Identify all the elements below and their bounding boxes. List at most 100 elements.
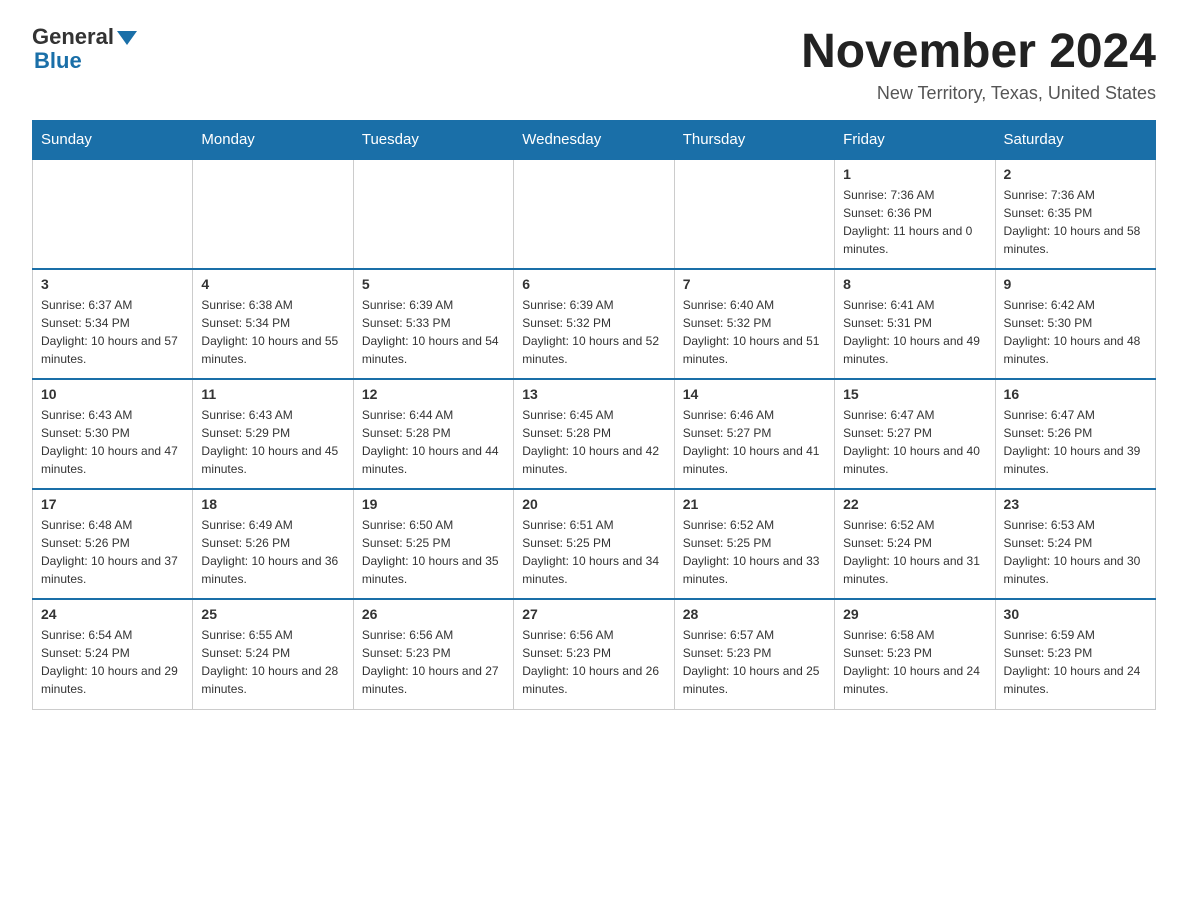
week-row-1: 1 Sunrise: 7:36 AMSunset: 6:36 PMDaylight… bbox=[33, 159, 1156, 269]
day-number: 6 bbox=[522, 276, 665, 292]
day-info: Sunrise: 6:50 AMSunset: 5:25 PMDaylight:… bbox=[362, 516, 505, 588]
day-info: Sunrise: 6:39 AMSunset: 5:33 PMDaylight:… bbox=[362, 296, 505, 368]
day-number: 10 bbox=[41, 386, 184, 402]
day-info: Sunrise: 6:55 AMSunset: 5:24 PMDaylight:… bbox=[201, 626, 344, 698]
day-number: 16 bbox=[1004, 386, 1147, 402]
calendar-cell: 2 Sunrise: 7:36 AMSunset: 6:35 PMDaylight… bbox=[995, 159, 1155, 269]
calendar-cell: 19Sunrise: 6:50 AMSunset: 5:25 PMDayligh… bbox=[353, 489, 513, 599]
calendar-cell: 23Sunrise: 6:53 AMSunset: 5:24 PMDayligh… bbox=[995, 489, 1155, 599]
calendar-cell: 15 Sunrise: 6:47 AMSunset: 5:27 PMDayligh… bbox=[835, 379, 995, 489]
day-info: Sunrise: 6:47 AMSunset: 5:26 PMDaylight:… bbox=[1004, 406, 1147, 478]
title-area: November 2024 New Territory, Texas, Unit… bbox=[801, 24, 1156, 104]
day-number: 24 bbox=[41, 606, 184, 622]
day-info: Sunrise: 6:37 AMSunset: 5:34 PMDaylight:… bbox=[41, 296, 184, 368]
calendar-cell: 5Sunrise: 6:39 AMSunset: 5:33 PMDaylight… bbox=[353, 269, 513, 379]
week-row-4: 17 Sunrise: 6:48 AMSunset: 5:26 PMDayligh… bbox=[33, 489, 1156, 599]
calendar-cell: 22 Sunrise: 6:52 AMSunset: 5:24 PMDayligh… bbox=[835, 489, 995, 599]
day-number: 17 bbox=[41, 496, 184, 512]
calendar-cell bbox=[674, 159, 834, 269]
day-info: Sunrise: 6:38 AMSunset: 5:34 PMDaylight:… bbox=[201, 296, 344, 368]
day-number: 13 bbox=[522, 386, 665, 402]
calendar-header: SundayMondayTuesdayWednesdayThursdayFrid… bbox=[33, 121, 1156, 160]
calendar-body: 1 Sunrise: 7:36 AMSunset: 6:36 PMDaylight… bbox=[33, 159, 1156, 709]
page-header: General Blue November 2024 New Territory… bbox=[32, 24, 1156, 104]
calendar-cell: 13Sunrise: 6:45 AMSunset: 5:28 PMDayligh… bbox=[514, 379, 674, 489]
day-number: 1 bbox=[843, 166, 986, 182]
calendar-cell: 12 Sunrise: 6:44 AMSunset: 5:28 PMDayligh… bbox=[353, 379, 513, 489]
day-info: Sunrise: 6:52 AMSunset: 5:25 PMDaylight:… bbox=[683, 516, 826, 588]
weekday-header-wednesday: Wednesday bbox=[514, 121, 674, 160]
day-info: Sunrise: 6:52 AMSunset: 5:24 PMDaylight:… bbox=[843, 516, 986, 588]
calendar-cell: 1 Sunrise: 7:36 AMSunset: 6:36 PMDaylight… bbox=[835, 159, 995, 269]
weekday-header-tuesday: Tuesday bbox=[353, 121, 513, 160]
calendar-cell: 28Sunrise: 6:57 AMSunset: 5:23 PMDayligh… bbox=[674, 599, 834, 709]
weekday-header-monday: Monday bbox=[193, 121, 353, 160]
day-number: 14 bbox=[683, 386, 826, 402]
week-row-5: 24 Sunrise: 6:54 AMSunset: 5:24 PMDayligh… bbox=[33, 599, 1156, 709]
calendar-cell: 6 Sunrise: 6:39 AMSunset: 5:32 PMDaylight… bbox=[514, 269, 674, 379]
day-info: Sunrise: 6:48 AMSunset: 5:26 PMDaylight:… bbox=[41, 516, 184, 588]
calendar-cell: 16 Sunrise: 6:47 AMSunset: 5:26 PMDayligh… bbox=[995, 379, 1155, 489]
day-info: Sunrise: 6:51 AMSunset: 5:25 PMDaylight:… bbox=[522, 516, 665, 588]
day-number: 9 bbox=[1004, 276, 1147, 292]
weekday-header-row: SundayMondayTuesdayWednesdayThursdayFrid… bbox=[33, 121, 1156, 160]
day-info: Sunrise: 6:41 AMSunset: 5:31 PMDaylight:… bbox=[843, 296, 986, 368]
weekday-header-saturday: Saturday bbox=[995, 121, 1155, 160]
logo-arrow-icon bbox=[117, 31, 137, 45]
calendar-cell: 3Sunrise: 6:37 AMSunset: 5:34 PMDaylight… bbox=[33, 269, 193, 379]
calendar-cell: 20 Sunrise: 6:51 AMSunset: 5:25 PMDayligh… bbox=[514, 489, 674, 599]
calendar-cell bbox=[514, 159, 674, 269]
day-number: 20 bbox=[522, 496, 665, 512]
day-info: Sunrise: 6:39 AMSunset: 5:32 PMDaylight:… bbox=[522, 296, 665, 368]
day-info: Sunrise: 7:36 AMSunset: 6:36 PMDaylight:… bbox=[843, 186, 986, 258]
calendar-cell: 17 Sunrise: 6:48 AMSunset: 5:26 PMDayligh… bbox=[33, 489, 193, 599]
day-info: Sunrise: 6:59 AMSunset: 5:23 PMDaylight:… bbox=[1004, 626, 1147, 698]
calendar-cell: 8 Sunrise: 6:41 AMSunset: 5:31 PMDaylight… bbox=[835, 269, 995, 379]
day-info: Sunrise: 6:58 AMSunset: 5:23 PMDaylight:… bbox=[843, 626, 986, 698]
calendar-cell: 9 Sunrise: 6:42 AMSunset: 5:30 PMDaylight… bbox=[995, 269, 1155, 379]
day-number: 8 bbox=[843, 276, 986, 292]
day-info: Sunrise: 6:56 AMSunset: 5:23 PMDaylight:… bbox=[522, 626, 665, 698]
calendar-cell: 7Sunrise: 6:40 AMSunset: 5:32 PMDaylight… bbox=[674, 269, 834, 379]
weekday-header-thursday: Thursday bbox=[674, 121, 834, 160]
location-title: New Territory, Texas, United States bbox=[801, 83, 1156, 104]
day-number: 22 bbox=[843, 496, 986, 512]
calendar-cell: 27 Sunrise: 6:56 AMSunset: 5:23 PMDayligh… bbox=[514, 599, 674, 709]
day-number: 11 bbox=[201, 386, 344, 402]
day-number: 7 bbox=[683, 276, 826, 292]
calendar-cell bbox=[193, 159, 353, 269]
day-info: Sunrise: 6:54 AMSunset: 5:24 PMDaylight:… bbox=[41, 626, 184, 698]
day-info: Sunrise: 7:36 AMSunset: 6:35 PMDaylight:… bbox=[1004, 186, 1147, 258]
calendar-cell: 25 Sunrise: 6:55 AMSunset: 5:24 PMDayligh… bbox=[193, 599, 353, 709]
day-number: 18 bbox=[201, 496, 344, 512]
calendar-cell: 24 Sunrise: 6:54 AMSunset: 5:24 PMDayligh… bbox=[33, 599, 193, 709]
day-number: 4 bbox=[201, 276, 344, 292]
day-number: 28 bbox=[683, 606, 826, 622]
day-info: Sunrise: 6:44 AMSunset: 5:28 PMDaylight:… bbox=[362, 406, 505, 478]
day-info: Sunrise: 6:47 AMSunset: 5:27 PMDaylight:… bbox=[843, 406, 986, 478]
day-number: 26 bbox=[362, 606, 505, 622]
logo-blue-text: Blue bbox=[34, 48, 82, 74]
calendar-cell: 29 Sunrise: 6:58 AMSunset: 5:23 PMDayligh… bbox=[835, 599, 995, 709]
calendar-cell bbox=[353, 159, 513, 269]
day-number: 27 bbox=[522, 606, 665, 622]
day-info: Sunrise: 6:46 AMSunset: 5:27 PMDaylight:… bbox=[683, 406, 826, 478]
calendar-cell bbox=[33, 159, 193, 269]
calendar-cell: 18 Sunrise: 6:49 AMSunset: 5:26 PMDayligh… bbox=[193, 489, 353, 599]
calendar-cell: 30Sunrise: 6:59 AMSunset: 5:23 PMDayligh… bbox=[995, 599, 1155, 709]
day-number: 25 bbox=[201, 606, 344, 622]
logo: General Blue bbox=[32, 24, 137, 74]
day-number: 12 bbox=[362, 386, 505, 402]
day-number: 15 bbox=[843, 386, 986, 402]
day-number: 2 bbox=[1004, 166, 1147, 182]
day-info: Sunrise: 6:49 AMSunset: 5:26 PMDaylight:… bbox=[201, 516, 344, 588]
day-info: Sunrise: 6:43 AMSunset: 5:29 PMDaylight:… bbox=[201, 406, 344, 478]
calendar-table: SundayMondayTuesdayWednesdayThursdayFrid… bbox=[32, 120, 1156, 710]
day-info: Sunrise: 6:42 AMSunset: 5:30 PMDaylight:… bbox=[1004, 296, 1147, 368]
calendar-cell: 14 Sunrise: 6:46 AMSunset: 5:27 PMDayligh… bbox=[674, 379, 834, 489]
day-info: Sunrise: 6:56 AMSunset: 5:23 PMDaylight:… bbox=[362, 626, 505, 698]
calendar-cell: 21Sunrise: 6:52 AMSunset: 5:25 PMDayligh… bbox=[674, 489, 834, 599]
day-info: Sunrise: 6:43 AMSunset: 5:30 PMDaylight:… bbox=[41, 406, 184, 478]
day-number: 29 bbox=[843, 606, 986, 622]
weekday-header-sunday: Sunday bbox=[33, 121, 193, 160]
